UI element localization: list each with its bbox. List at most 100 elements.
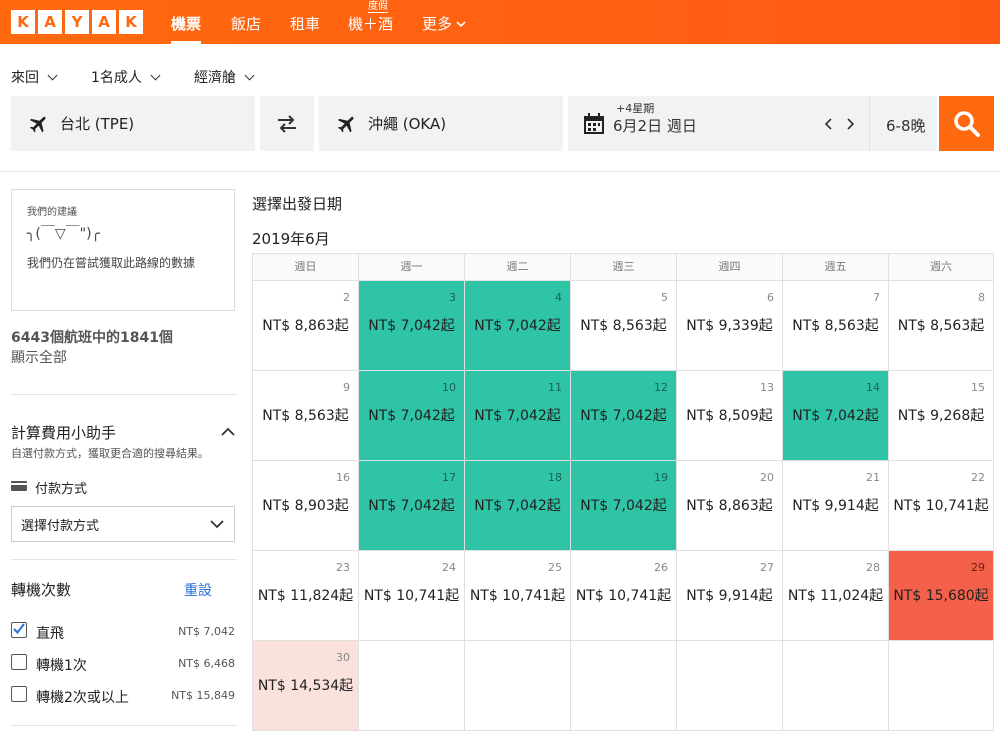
chevron-down-icon [244,70,255,80]
fee-assistant-title[interactable]: 計算費用小助手 [11,422,116,443]
calendar-day-cell[interactable]: 14 NT$ 7,042起 [782,371,888,461]
nav-hotels[interactable]: 飯店 [231,13,261,34]
calendar-day-cell[interactable]: 26 NT$ 10,741起 [570,551,676,641]
calendar-day-cell[interactable]: 13 NT$ 8,509起 [676,371,782,461]
day-price: NT$ 10,741起 [575,588,672,604]
payment-method-value: 選擇付款方式 [21,518,100,534]
cabin-label: 經濟艙 [194,70,236,86]
day-number: 7 [873,291,880,304]
search-button[interactable] [939,96,994,151]
calendar-day-cell[interactable]: 25 NT$ 10,741起 [464,551,570,641]
logo-letter: Y [65,10,89,34]
chevron-down-icon [150,70,161,80]
calendar-day-cell[interactable]: 10 NT$ 7,042起 [358,371,464,461]
nav-cars[interactable]: 租車 [290,13,320,34]
calendar-day-cell[interactable]: 19 NT$ 7,042起 [570,461,676,551]
calendar-day-cell[interactable]: 24 NT$ 10,741起 [358,551,464,641]
calendar-day-cell[interactable]: 12 NT$ 7,042起 [570,371,676,461]
day-number: 15 [971,381,985,394]
day-number: 10 [442,381,456,394]
stops-price-two-plus: NT$ 15,849 [171,689,235,702]
day-number: 4 [555,291,562,304]
calendar-weekday-header: 週日 週一 週二 週三 週四 週五 週六 [252,253,994,281]
origin-value: 台北 (TPE) [60,115,135,133]
plane-icon [337,116,354,133]
kayak-logo[interactable]: K A Y A K [11,10,143,34]
price-calendar: 週日 週一 週二 週三 週四 週五 週六 2 NT$ 8,863起 3 NT$ 7,0… [252,253,994,731]
calendar-title: 選擇出發日期 [252,195,343,213]
advice-title: 我們的建議 [27,207,77,218]
calendar-day-cell[interactable]: 22 NT$ 10,741起 [888,461,994,551]
calendar-day-cell[interactable]: 11 NT$ 7,042起 [464,371,570,461]
day-price: NT$ 7,042起 [368,408,455,424]
stops-label-nonstop[interactable]: 直飛 [36,623,64,643]
destination-field[interactable]: 沖繩 (OKA) [319,96,563,151]
show-all-link[interactable]: 顯示全部 [11,347,67,367]
day-number: 16 [336,471,350,484]
cabin-dropdown[interactable]: 經濟艙 [194,67,255,87]
credit-card-icon [11,481,27,491]
calendar-day-cell[interactable]: 3 NT$ 7,042起 [358,281,464,371]
day-price: NT$ 7,042起 [474,498,561,514]
day-number: 8 [978,291,985,304]
calendar-day-cell[interactable]: 27 NT$ 9,914起 [676,551,782,641]
travelers-dropdown[interactable]: 1名成人 [91,67,161,87]
calendar-day-cell[interactable]: 9 NT$ 8,563起 [252,371,358,461]
stops-title: 轉機次數 [11,581,72,599]
day-price: NT$ 8,563起 [262,408,349,424]
calendar-day-cell[interactable]: 5 NT$ 8,563起 [570,281,676,371]
trip-type-dropdown[interactable]: 來回 [11,67,58,87]
day-price: NT$ 11,024起 [787,588,884,604]
day-price: NT$ 8,563起 [897,318,985,334]
search-form: 來回 1名成人 經濟艙 台北 (TPE) 沖繩 (OKA) +4星期 6月2日 … [0,44,1000,172]
day-price: NT$ 7,042起 [474,408,561,424]
day-number: 27 [760,561,774,574]
stops-checkbox-two-plus[interactable] [11,686,27,702]
date-field[interactable]: +4星期 6月2日 週日 6-8晚 [568,96,937,151]
day-price: NT$ 8,563起 [792,318,879,334]
calendar-day-cell[interactable]: 17 NT$ 7,042起 [358,461,464,551]
stops-price-one: NT$ 6,468 [178,657,235,670]
stops-checkbox-nonstop[interactable] [11,622,27,638]
search-icon [954,111,980,137]
calendar-day-cell[interactable]: 8 NT$ 8,563起 [888,281,994,371]
calendar-day-cell[interactable]: 23 NT$ 11,824起 [252,551,358,641]
calendar-day-cell[interactable]: 30 NT$ 14,534起 [252,641,358,731]
stops-label-two-plus[interactable]: 轉機2次或以上 [36,687,129,707]
chevron-right-icon[interactable] [845,118,855,130]
nights-value[interactable]: 6-8晚 [886,115,926,136]
chevron-down-icon [456,20,466,27]
day-price: NT$ 8,863起 [262,318,349,334]
nav-packages[interactable]: 機＋酒 [348,13,393,34]
chevron-up-icon[interactable] [221,427,235,436]
calendar-grid: 2 NT$ 8,863起 3 NT$ 7,042起 4 NT$ 7,042起 5 NT$ 8,… [252,281,994,731]
day-price: NT$ 14,534起 [257,678,354,694]
calendar-day-cell[interactable]: 21 NT$ 9,914起 [782,461,888,551]
calendar-day-cell[interactable]: 28 NT$ 11,024起 [782,551,888,641]
chevron-left-icon[interactable] [824,118,834,130]
day-price: NT$ 7,042起 [368,318,455,334]
calendar-day-cell[interactable]: 4 NT$ 7,042起 [464,281,570,371]
calendar-day-cell[interactable]: 18 NT$ 7,042起 [464,461,570,551]
calendar-day-cell[interactable]: 7 NT$ 8,563起 [782,281,888,371]
nav-more[interactable]: 更多 [422,13,466,34]
payment-method-select[interactable]: 選擇付款方式 [11,506,235,542]
calendar-day-cell[interactable]: 29 NT$ 15,680起 [888,551,994,641]
advice-box: 我們的建議 ╮(￣▽￣")╭ 我們仍在嘗試獲取此路線的數據 [11,189,235,311]
day-price: NT$ 10,741起 [893,498,989,514]
origin-field[interactable]: 台北 (TPE) [11,96,255,151]
day-price: NT$ 8,563起 [580,318,667,334]
stops-reset-link[interactable]: 重設 [184,580,212,600]
stops-label-one[interactable]: 轉機1次 [36,655,87,675]
day-number: 29 [971,561,985,574]
stops-checkbox-one[interactable] [11,654,27,670]
nav-flights[interactable]: 機票 [171,13,201,34]
calendar-day-cell[interactable]: 16 NT$ 8,903起 [252,461,358,551]
calendar-day-cell[interactable]: 2 NT$ 8,863起 [252,281,358,371]
calendar-day-cell[interactable]: 6 NT$ 9,339起 [676,281,782,371]
calendar-day-cell[interactable]: 15 NT$ 9,268起 [888,371,994,461]
weekday-label: 週日 [252,253,358,281]
logo-letter: K [11,10,35,34]
calendar-day-cell[interactable]: 20 NT$ 8,863起 [676,461,782,551]
swap-button[interactable] [260,96,314,151]
